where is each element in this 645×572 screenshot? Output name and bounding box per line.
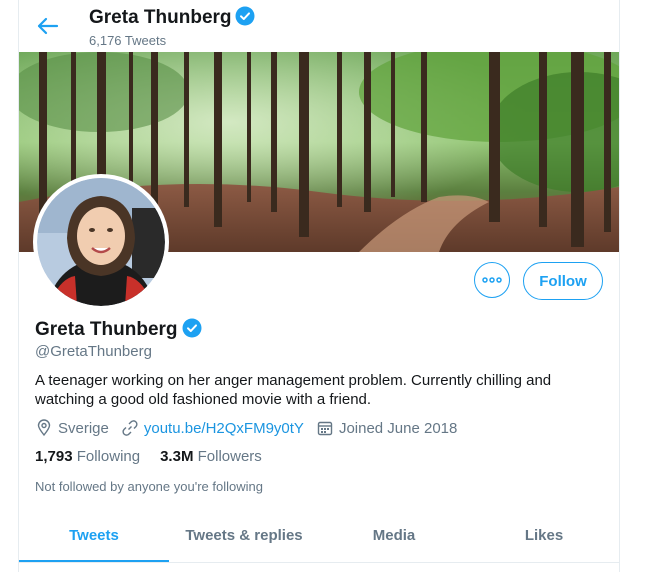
tab-tweets-and-replies[interactable]: Tweets & replies — [169, 512, 319, 562]
calendar-icon — [317, 421, 333, 436]
profile-avatar[interactable] — [33, 174, 169, 310]
follow-button[interactable]: Follow — [523, 262, 603, 300]
followers-count: 3.3M — [160, 448, 194, 465]
tab-tweets[interactable]: Tweets — [19, 512, 169, 562]
tab-media[interactable]: Media — [319, 512, 469, 562]
back-button[interactable] — [35, 14, 63, 38]
profile-tabs: Tweets Tweets & replies Media Likes — [19, 512, 619, 563]
following-link[interactable]: 1,793 Following — [35, 448, 140, 465]
verified-badge-icon — [235, 6, 255, 26]
header-title: Greta Thunberg — [89, 6, 255, 29]
location-pin-icon — [37, 419, 51, 437]
profile-meta: Sverige youtu.be/H2QxFM9y0tY Joined June… — [35, 418, 469, 438]
more-options-button[interactable] — [474, 262, 510, 298]
tweet-count: 6,176 Tweets — [89, 33, 167, 48]
verified-badge-icon — [182, 318, 202, 338]
avatar-photo — [37, 178, 165, 306]
header-name: Greta Thunberg — [89, 7, 232, 28]
profile-handle: @GretaThunberg — [35, 343, 152, 360]
joined-item: Joined June 2018 — [316, 419, 457, 437]
location-text: Sverige — [58, 419, 109, 437]
profile-header-bar: Greta Thunberg 6,176 Tweets — [19, 0, 619, 52]
website-item[interactable]: youtu.be/H2QxFM9y0tY — [121, 419, 304, 437]
following-count: 1,793 — [35, 448, 73, 465]
link-icon — [122, 420, 138, 436]
followers-label: Followers — [197, 448, 262, 465]
followers-link[interactable]: 3.3M Followers — [160, 448, 262, 465]
following-label: Following — [76, 448, 141, 465]
profile-bio: A teenager working on her anger manageme… — [35, 372, 552, 408]
tab-likes[interactable]: Likes — [469, 512, 619, 562]
profile-column: Greta Thunberg 6,176 Tweets Follow Greta… — [18, 0, 620, 572]
profile-name: Greta Thunberg — [35, 318, 202, 341]
not-followed-note: Not followed by anyone you're following — [35, 479, 263, 494]
profile-name-text: Greta Thunberg — [35, 319, 178, 340]
more-icon — [482, 277, 502, 283]
website-link[interactable]: youtu.be/H2QxFM9y0tY — [144, 420, 304, 437]
back-arrow-icon — [37, 17, 59, 35]
follow-counts: 1,793 Following 3.3M Followers — [35, 448, 282, 465]
location-item: Sverige — [35, 419, 109, 437]
joined-text: Joined June 2018 — [338, 419, 458, 437]
